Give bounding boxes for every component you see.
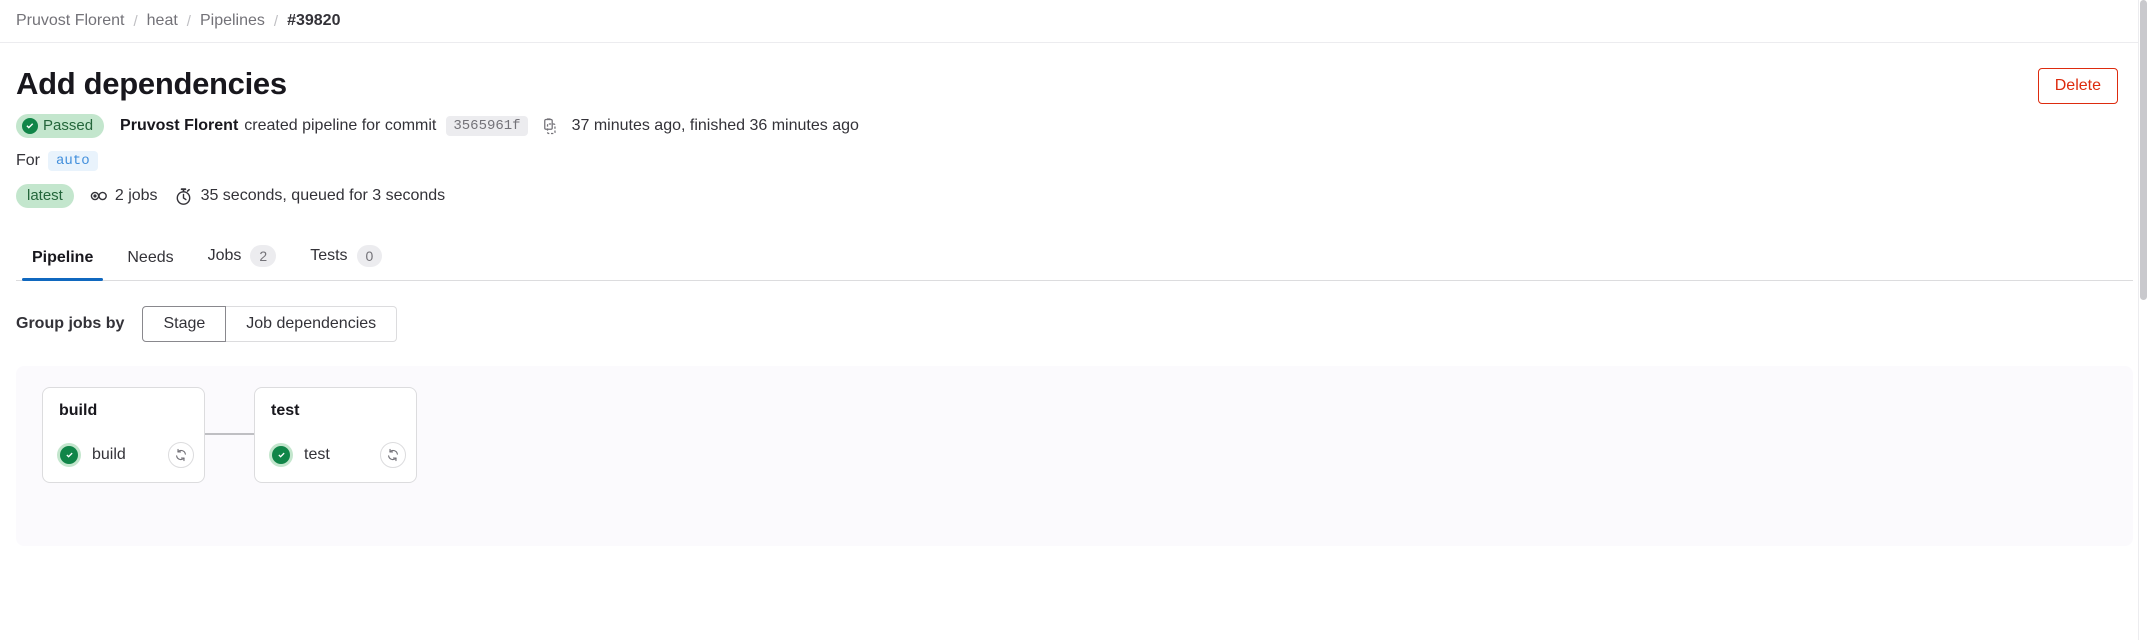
pipeline-jobs-icon <box>90 187 108 205</box>
delete-button[interactable]: Delete <box>2037 68 2118 104</box>
pipeline-page: Pruvost Florent / heat / Pipelines / #39… <box>0 0 2149 640</box>
tab-pipeline[interactable]: Pipeline <box>22 249 104 281</box>
stage-name: test <box>271 402 300 419</box>
breadcrumb: Pruvost Florent / heat / Pipelines / #39… <box>16 12 340 30</box>
breadcrumb-bar: Pruvost Florent / heat / Pipelines / #39… <box>0 0 2149 43</box>
summary-line: latest 2 jobs 35 seconds, queued for 3 s… <box>16 184 2149 208</box>
tab-needs-label: Needs <box>127 249 174 266</box>
retry-icon[interactable] <box>380 442 406 468</box>
breadcrumb-item-pipelines[interactable]: Pipelines <box>200 12 265 30</box>
job-item[interactable]: test <box>255 442 416 482</box>
ref-name[interactable]: auto <box>48 151 98 171</box>
commit-action-text: created pipeline for commit <box>244 117 437 134</box>
page-title: Add dependencies <box>16 66 287 101</box>
group-by-job-dependencies-button[interactable]: Job dependencies <box>226 306 398 342</box>
breadcrumb-item-namespace[interactable]: Pruvost Florent <box>16 12 124 30</box>
breadcrumb-separator: / <box>133 12 138 30</box>
duration-text: 35 seconds, queued for 3 seconds <box>200 187 446 204</box>
job-status-success-icon <box>57 443 81 467</box>
copy-to-clipboard-icon[interactable] <box>540 116 561 137</box>
page-scrollbar-thumb[interactable] <box>2140 0 2147 300</box>
group-jobs-by-label: Group jobs by <box>16 315 125 332</box>
tab-needs[interactable]: Needs <box>117 249 183 280</box>
tab-jobs-label: Jobs <box>207 247 242 264</box>
stage-name: build <box>59 402 98 419</box>
breadcrumb-separator: / <box>186 12 191 30</box>
status-badge: Passed <box>16 114 105 138</box>
tab-pipeline-label: Pipeline <box>32 249 94 266</box>
tab-tests-count: 0 <box>356 245 383 267</box>
commit-line: Passed Pruvost Florent created pipeline … <box>16 114 2149 138</box>
latest-badge: latest <box>16 184 74 208</box>
pipeline-timing: 37 minutes ago, finished 36 minutes ago <box>571 117 859 134</box>
breadcrumb-item-pipeline-id[interactable]: #39820 <box>287 12 340 30</box>
pipeline-graph-panel: build build test test <box>16 366 2133 546</box>
tab-jobs-count: 2 <box>250 245 277 267</box>
job-name: test <box>304 446 330 463</box>
job-name: build <box>92 446 126 463</box>
ref-line: For auto <box>16 151 2149 171</box>
pipeline-tabs: Pipeline Needs Jobs 2 Tests 0 <box>16 235 2133 281</box>
stage-connector-line <box>205 433 254 435</box>
job-status-success-icon <box>269 443 293 467</box>
status-badge-label: Passed <box>43 117 94 134</box>
retry-icon[interactable] <box>168 442 194 468</box>
check-circle-icon <box>22 118 38 134</box>
group-jobs-by-row: Group jobs by Stage Job dependencies <box>0 281 2149 342</box>
breadcrumb-separator: / <box>273 12 279 30</box>
stage-card-build: build build <box>42 387 205 483</box>
ref-prefix-label: For <box>16 152 40 169</box>
breadcrumb-item-project[interactable]: heat <box>147 12 178 30</box>
stopwatch-icon <box>174 187 193 206</box>
commit-sha[interactable]: 3565961f <box>446 116 528 136</box>
tab-jobs[interactable]: Jobs 2 <box>198 245 287 280</box>
group-by-stage-button[interactable]: Stage <box>142 306 227 342</box>
pipeline-stages: build build test test <box>16 366 2133 483</box>
page-header: Add dependencies Delete <box>0 43 2149 104</box>
stage-card-test: test test <box>254 387 417 483</box>
tabs-container: Pipeline Needs Jobs 2 Tests 0 <box>0 235 2149 281</box>
job-item[interactable]: build <box>43 442 204 482</box>
tab-tests[interactable]: Tests 0 <box>300 245 392 280</box>
jobs-count-text[interactable]: 2 jobs <box>115 187 158 205</box>
pipeline-author[interactable]: Pruvost Florent <box>120 117 238 135</box>
page-scrollbar[interactable] <box>2138 0 2149 640</box>
group-jobs-by-segmented-control: Stage Job dependencies <box>142 306 398 342</box>
pipeline-meta: Passed Pruvost Florent created pipeline … <box>0 114 2149 208</box>
tab-tests-label: Tests <box>310 247 348 264</box>
